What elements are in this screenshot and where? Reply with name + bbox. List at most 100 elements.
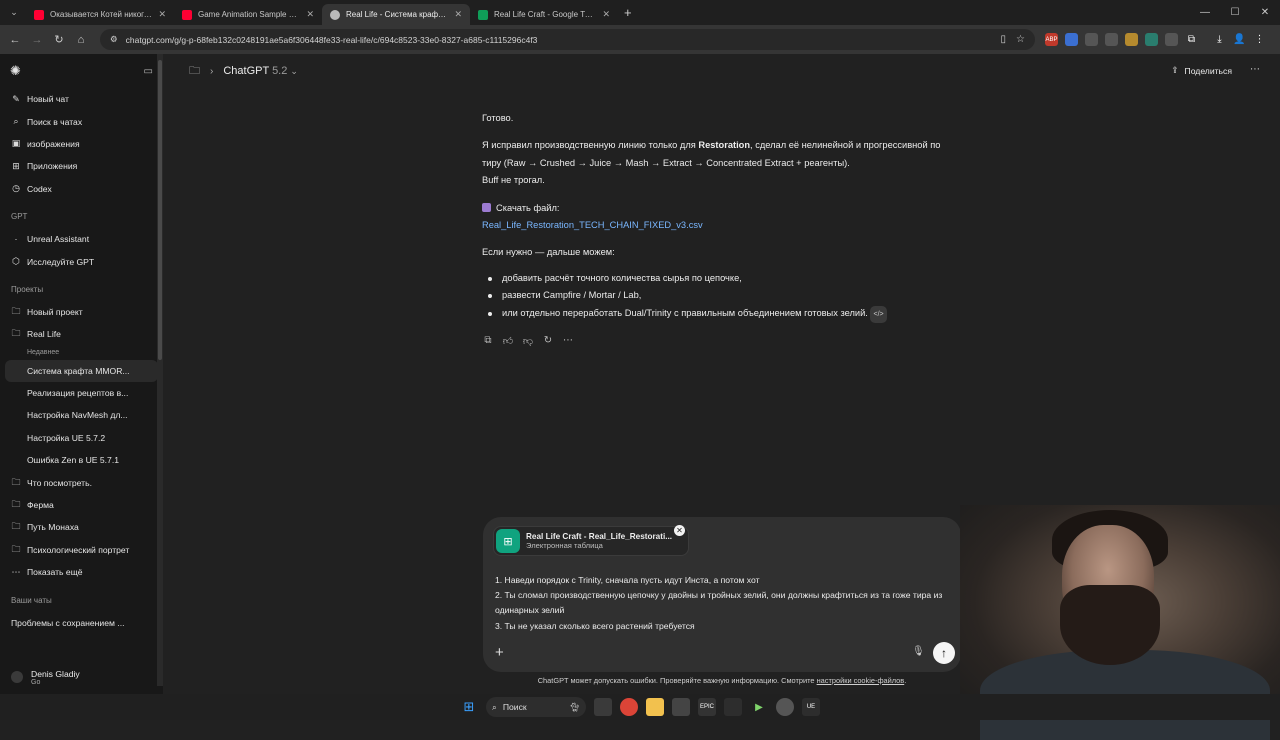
folder-icon[interactable]: 🗀 [189, 62, 200, 81]
sidebar-item-label: изображения [27, 138, 80, 149]
add-attachment-icon[interactable]: + [495, 644, 504, 661]
thumbs-down-icon[interactable]: 👎︎ [522, 335, 534, 347]
list-item-text: или отдельно переработать Dual/Trinity с… [502, 307, 868, 318]
browser-menu-icon[interactable]: ⋮ [1253, 33, 1266, 46]
sidebar-item-new-chat[interactable]: ✎ Новый чат [0, 88, 163, 110]
copy-icon[interactable]: ⧉ [482, 335, 494, 347]
document-icon[interactable]: ▯ [1001, 34, 1007, 45]
new-tab-icon[interactable]: + [624, 5, 632, 20]
sidebar-item-search[interactable]: ⌕ Поиск в чатах [0, 110, 163, 132]
epic-games-icon[interactable]: EPIC [698, 698, 716, 716]
webcam-person-beard [1060, 585, 1160, 665]
browser-tab-3[interactable]: Real Life - Система крафта MM ✕ [322, 4, 470, 25]
user-profile[interactable]: Denis Gladiy Go [0, 660, 163, 694]
sidebar-item-project[interactable]: 🗀 Ферма [0, 494, 163, 516]
tab-close-icon[interactable]: ✕ [306, 9, 314, 20]
translate-extension-icon[interactable] [1065, 33, 1078, 46]
sidebar-chat-item[interactable]: Настройка NavMesh дл... [0, 404, 163, 426]
browser-app-icon[interactable] [776, 698, 794, 716]
sidebar-item-unreal-assistant[interactable]: · Unreal Assistant [0, 228, 163, 250]
regenerate-icon[interactable]: ↻ [542, 335, 554, 347]
tab-close-icon[interactable]: ✕ [602, 9, 610, 20]
more-dots-icon[interactable]: ⋯ [562, 335, 574, 347]
sidebar-item-explore-gpts[interactable]: ⬡ Исследуйте GPT [0, 250, 163, 272]
maximize-icon[interactable]: ☐ [1220, 7, 1250, 18]
thumbs-up-icon[interactable]: 👍︎ [502, 335, 514, 347]
share-button[interactable]: ⇪ Поделиться [1171, 65, 1232, 76]
cookie-settings-link[interactable]: настройки cookie-файлов [817, 676, 905, 685]
sidebar-chat-item[interactable]: Реализация рецептов в... [0, 382, 163, 404]
puzzle-extensions-icon[interactable]: ⧉ [1185, 33, 1198, 46]
profile-icon[interactable]: 👤 [1233, 33, 1246, 46]
file-download-link[interactable]: Real_Life_Restoration_TECH_CHAIN_FIXED_v… [482, 220, 703, 230]
browser-tab-4[interactable]: Real Life Craft - Google Табли ✕ [470, 4, 618, 25]
sidebar-toggle-icon[interactable]: ▭ [144, 66, 153, 77]
minimize-icon[interactable]: — [1190, 7, 1220, 18]
taskbar-search[interactable]: ⌕ Поиск 🐈︎ [486, 697, 586, 717]
sidebar-item-label: Unreal Assistant [27, 234, 90, 245]
download-label: Скачать файл: [496, 202, 560, 213]
reload-icon[interactable]: ↻ [48, 33, 70, 46]
sidebar-chat-item[interactable]: Ошибка Zen в UE 5.7.1 [0, 449, 163, 471]
sidebar-item-new-project[interactable]: 🗀 Новый проект [0, 301, 163, 323]
sidebar-item-real-life[interactable]: 🗀 Real Life [0, 323, 163, 345]
extension-icon[interactable] [1165, 33, 1178, 46]
sidebar-chat-item[interactable]: Проблемы с сохранением ... [0, 611, 163, 633]
sidebar-item-project[interactable]: 🗀 Психологический портрет [0, 539, 163, 561]
tab-close-icon[interactable]: ✕ [158, 9, 166, 20]
model-selector[interactable]: ChatGPT 5.2 ⌄ [223, 65, 298, 77]
extension-icon[interactable] [1125, 33, 1138, 46]
avatar [11, 671, 23, 683]
adblock-extension-icon[interactable]: ABP [1045, 33, 1058, 46]
chatgpt-logo-icon[interactable]: ✺ [10, 63, 21, 79]
bookmark-star-icon[interactable]: ☆ [1016, 34, 1025, 45]
sidebar-item-apps[interactable]: ⊞ Приложения [0, 155, 163, 177]
unreal-engine-icon[interactable]: UE [802, 698, 820, 716]
sidebar-item-label: Исследуйте GPT [27, 256, 95, 267]
sidebar-item-project[interactable]: 🗀 Путь Монаха [0, 516, 163, 538]
windows-start-icon[interactable]: ⊞ [460, 698, 478, 716]
microphone-icon[interactable]: 🎙︎ [912, 646, 925, 657]
site-info-icon[interactable]: ⚙ [110, 34, 118, 45]
tab-search-dropdown[interactable]: ⌄ [6, 5, 22, 21]
sidebar-item-label: Поиск в чатах [27, 116, 83, 127]
media-player-icon[interactable]: ▶ [750, 698, 768, 716]
download-icon[interactable]: ⤓ [1213, 33, 1226, 46]
browser-tab-2[interactable]: Game Animation Sample Proje ✕ [174, 4, 322, 25]
extension-icon[interactable] [1085, 33, 1098, 46]
folder-icon: 🗀 [11, 328, 21, 339]
store-icon[interactable] [672, 698, 690, 716]
code-icon: </> [870, 305, 887, 324]
task-view-icon[interactable] [594, 698, 612, 716]
close-window-icon[interactable]: ✕ [1250, 7, 1280, 18]
attachment-card[interactable]: ⊞ Real Life Craft - Real_Life_Restorati.… [493, 526, 689, 556]
forward-icon[interactable]: → [26, 34, 48, 46]
home-icon[interactable]: ⌂ [70, 34, 92, 46]
back-icon[interactable]: ← [4, 34, 26, 46]
extension-icon[interactable] [1105, 33, 1118, 46]
sidebar-item-show-more[interactable]: ⋯ Показать ещё [0, 561, 163, 583]
browser-tab-1[interactable]: Оказывается Котей никогда не ✕ [26, 4, 174, 25]
address-bar-row: ← → ↻ ⌂ ⚙ chatgpt.com/g/g-p-68feb132c024… [0, 25, 1280, 54]
send-button[interactable]: ↑ [933, 642, 955, 664]
list-item: добавить расчёт точного количества сырья… [482, 270, 962, 287]
more-options-icon[interactable]: ⋯ [1250, 64, 1260, 75]
remove-attachment-icon[interactable]: ✕ [674, 525, 685, 536]
tab-close-icon[interactable]: ✕ [454, 9, 462, 20]
sidebar-chat-item[interactable]: Система крафта MMOR... [5, 359, 158, 382]
message-composer[interactable]: ⊞ Real Life Craft - Real_Life_Restorati.… [483, 517, 961, 672]
sidebar-chat-item[interactable]: Настройка UE 5.7.2 [0, 427, 163, 449]
url-field[interactable]: ⚙ chatgpt.com/g/g-p-68feb132c0248191ae5a… [100, 29, 1035, 50]
extension-icon[interactable] [1145, 33, 1158, 46]
message-bold: Restoration [698, 140, 751, 151]
explore-icon: ⬡ [12, 256, 20, 267]
youtube-icon [182, 9, 192, 20]
tab-title: Real Life - Система крафта MM [346, 10, 448, 19]
sidebar-item-project[interactable]: 🗀 Что посмотреть. [0, 471, 163, 493]
terminal-icon[interactable] [724, 698, 742, 716]
file-explorer-icon[interactable] [646, 698, 664, 716]
sidebar-item-images[interactable]: ▣ изображения [0, 133, 163, 155]
composer-input[interactable]: 1. Наведи порядок с Trinity, сначала пус… [495, 573, 950, 634]
chrome-icon[interactable] [620, 698, 638, 716]
sidebar-item-codex[interactable]: ◷ Codex [0, 178, 163, 200]
